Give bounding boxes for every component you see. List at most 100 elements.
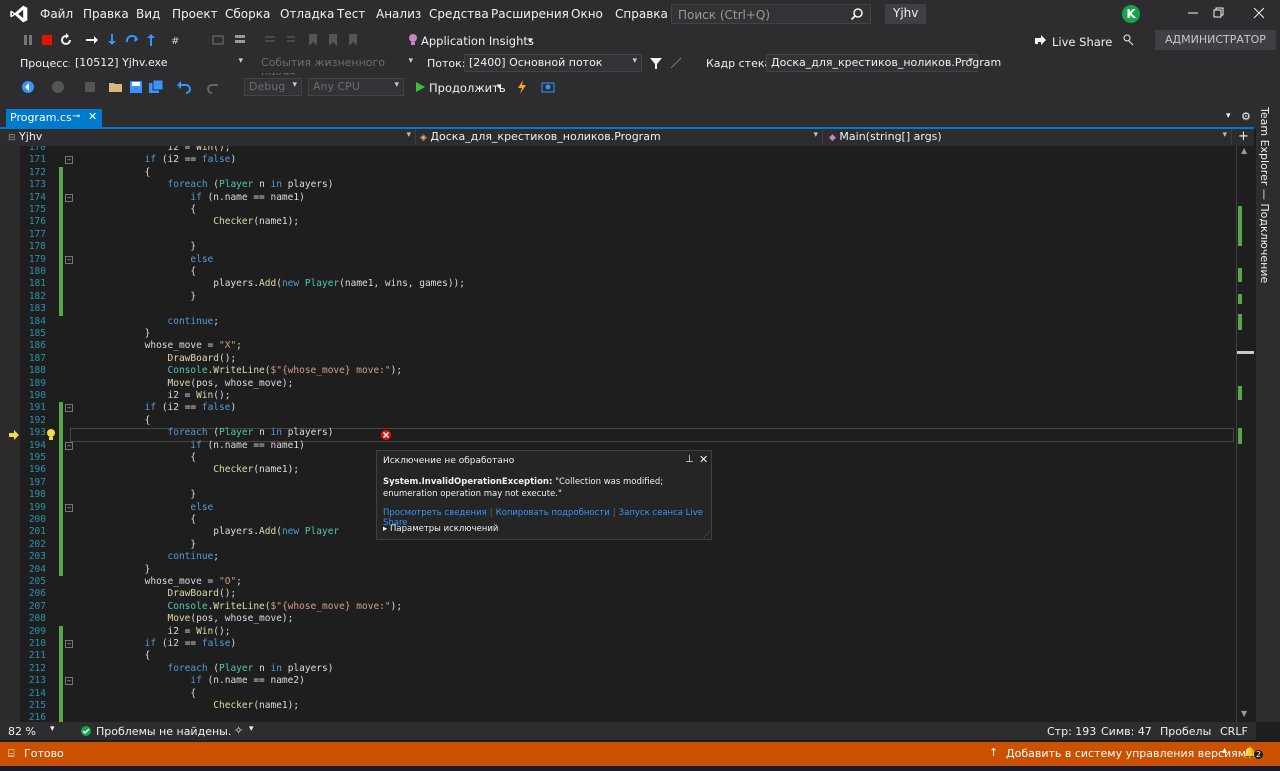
minimize-icon[interactable] (1186, 6, 1200, 20)
menu-extensions[interactable]: Расширения (491, 7, 569, 21)
zoom-level[interactable]: 82 % (8, 725, 36, 738)
code-line[interactable]: 204 } (0, 564, 1236, 576)
menu-window[interactable]: Окно (571, 7, 603, 21)
bookmark-next-icon[interactable] (345, 32, 361, 48)
code-line[interactable]: 214 { (0, 688, 1236, 700)
search-input[interactable]: Поиск (Ctrl+Q) (671, 4, 871, 24)
fold-toggle-icon[interactable]: − (65, 255, 73, 264)
live-share-button[interactable]: Live Share (1052, 35, 1112, 49)
code-line[interactable]: 211 { (0, 650, 1236, 662)
pause-icon[interactable] (20, 32, 36, 48)
tab-list-dropdown-icon[interactable]: ▾ (1226, 111, 1231, 121)
menu-analyze[interactable]: Анализ (376, 7, 421, 21)
code-line[interactable]: 213 − if (n.name == name2) (0, 675, 1236, 687)
code-line[interactable]: 178 } (0, 241, 1236, 253)
close-tab-icon[interactable]: ✕ (88, 110, 97, 123)
code-line[interactable]: 180 { (0, 266, 1236, 278)
code-line[interactable]: 205 whose_move = "O"; (0, 576, 1236, 588)
restore-icon[interactable] (1212, 6, 1226, 20)
chevron-down-icon[interactable]: ▾ (497, 82, 502, 92)
code-line[interactable]: 208 Move(pos, whose_move); (0, 613, 1236, 625)
menu-test[interactable]: Тест (337, 7, 365, 21)
navigate-forward-icon[interactable] (50, 79, 66, 95)
code-line[interactable]: 207 Console.WriteLine($"{whose_move} mov… (0, 601, 1236, 613)
stop-icon[interactable] (39, 32, 55, 48)
save-all-icon[interactable] (148, 79, 164, 95)
indent-icon[interactable] (282, 32, 298, 48)
save-icon[interactable] (128, 79, 144, 95)
code-editor[interactable]: 170 i2 = Win(); 171− if (i2 == false) 172 … (0, 146, 1236, 722)
split-editor-icon[interactable]: + (1238, 129, 1249, 144)
undo-icon[interactable] (176, 79, 192, 95)
code-line[interactable]: 184 continue; (0, 316, 1236, 328)
project-dropdown[interactable]: ⊟ Yjhv ▾ (8, 130, 416, 145)
flag-threads-icon[interactable] (668, 55, 684, 71)
code-cleanup-icon[interactable]: ✧ (234, 724, 243, 737)
screenshot-icon[interactable] (540, 79, 556, 95)
process-dropdown[interactable]: [10512] Yjhv.exe ▾ (70, 54, 248, 72)
lightbulb-icon[interactable] (45, 428, 57, 442)
new-project-icon[interactable] (82, 79, 98, 95)
fold-toggle-icon[interactable]: − (65, 640, 73, 648)
code-line[interactable]: 202 } (0, 539, 1236, 551)
step-into-icon[interactable] (104, 32, 120, 48)
code-line[interactable]: 176 Checker(name1); (0, 216, 1236, 228)
add-to-source-control-button[interactable]: Добавить в систему управления версиями (1006, 747, 1253, 760)
team-explorer-panel-tab[interactable]: Team Explorer — Подключение (1256, 99, 1280, 722)
indentation-status[interactable]: Пробелы (1160, 725, 1211, 738)
code-line[interactable]: 170 i2 = Win(); (0, 146, 1236, 154)
feedback-icon[interactable] (1120, 32, 1136, 48)
code-line[interactable]: 193 foreach (Player n in players) (0, 427, 1236, 439)
chevron-up-icon[interactable]: ▴ (1222, 745, 1227, 756)
hot-reload-icon[interactable] (514, 79, 530, 95)
restart-icon[interactable] (58, 32, 74, 48)
redo-icon[interactable] (206, 79, 222, 95)
menu-build[interactable]: Сборка (225, 7, 270, 21)
show-next-statement-icon[interactable] (84, 32, 100, 48)
fold-toggle-icon[interactable]: − (65, 156, 73, 165)
step-out-icon[interactable] (143, 32, 159, 48)
problems-status[interactable]: Проблемы не найдены. (96, 725, 231, 738)
menu-file[interactable]: Файл (40, 7, 73, 21)
code-line[interactable]: 183 (0, 303, 1236, 315)
thread-icon[interactable] (210, 32, 226, 48)
menu-tools[interactable]: Средства (429, 7, 489, 21)
fold-toggle-icon[interactable]: − (65, 441, 73, 450)
code-line[interactable]: 190 i2 = Win(); (0, 390, 1236, 402)
code-line[interactable]: 173 foreach (Player n in players) (0, 179, 1236, 191)
menu-help[interactable]: Справка (615, 7, 668, 21)
member-dropdown[interactable]: ◆ Main(string[] args) ▾ (829, 130, 1232, 145)
configuration-dropdown[interactable]: Debug ▾ (244, 78, 302, 96)
fold-toggle-icon[interactable]: − (65, 503, 73, 512)
close-icon[interactable]: ✕ (699, 453, 708, 466)
lifecycle-events-dropdown[interactable]: События жизненного цикла▾ (256, 54, 418, 82)
code-line[interactable]: 186 whose_move = "X"; (0, 340, 1236, 352)
class-dropdown[interactable]: ◈ Доска_для_крестиков_ноликов.Program ▾ (420, 130, 823, 145)
fold-toggle-icon[interactable]: − (65, 677, 73, 686)
pin-icon[interactable]: ⊥ (685, 454, 694, 465)
scroll-thumb[interactable] (1237, 351, 1254, 354)
play-icon[interactable] (412, 79, 428, 95)
code-line[interactable]: 209 i2 = Win(); (0, 626, 1236, 638)
fold-toggle-icon[interactable]: − (65, 404, 73, 413)
code-line[interactable]: 181 players.Add(new Player(name1, wins, … (0, 278, 1236, 290)
code-line[interactable]: 192 { (0, 415, 1236, 427)
code-line[interactable]: 210 − if (i2 == false) (0, 638, 1236, 650)
thread-dropdown[interactable]: [2400] Основной поток ▾ (464, 54, 642, 72)
exception-settings-expander[interactable]: ▸ Параметры исключений (383, 524, 498, 534)
code-line[interactable]: 174 − if (n.name == name1) (0, 192, 1236, 204)
line-ending-status[interactable]: CRLF (1220, 725, 1248, 738)
code-line[interactable]: 187 DrawBoard(); (0, 353, 1236, 365)
hex-display-icon[interactable]: # (170, 32, 186, 48)
chevron-down-icon[interactable]: ▾ (249, 724, 254, 734)
navigate-back-icon[interactable] (20, 79, 36, 95)
bookmark-prev-icon[interactable] (325, 32, 341, 48)
code-line[interactable]: 191 − if (i2 == false) (0, 402, 1236, 414)
tab-program-cs[interactable]: Program.cs ⊸ ✕ (6, 109, 102, 128)
close-window-icon[interactable] (1252, 6, 1266, 20)
menu-debug[interactable]: Отладка (280, 7, 334, 21)
filter-icon[interactable] (648, 55, 664, 71)
menu-view[interactable]: Вид (136, 7, 160, 21)
live-share-icon[interactable] (1032, 32, 1048, 48)
output-window-icon[interactable]: ⌸ (8, 747, 15, 761)
